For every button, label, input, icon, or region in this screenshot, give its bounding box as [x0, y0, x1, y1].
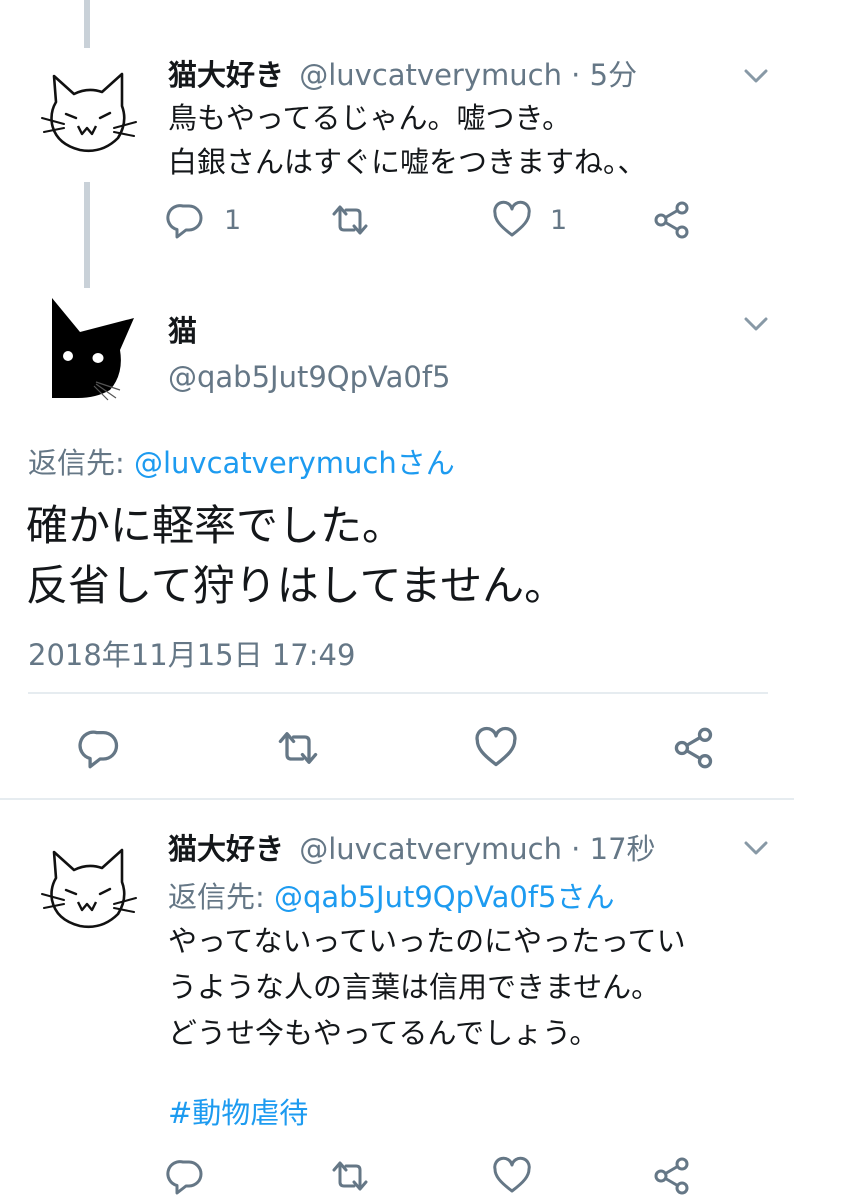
tweet-text-line: 反省して狩りはしてません。 — [26, 561, 567, 610]
thread-line-middle — [84, 182, 90, 288]
reply-to-handle[interactable]: @qab5Jut9QpVa0f5さん — [274, 880, 615, 914]
like-button[interactable]: 1 — [492, 200, 567, 240]
tweet-text-line: 白銀さんはすぐに嘘をつきますね。、 — [168, 145, 647, 179]
reply-count: 1 — [224, 204, 242, 236]
reply-to: 返信先: @qab5Jut9QpVa0f5さん — [168, 874, 615, 916]
user-handle[interactable]: @luvcatverymuch — [299, 58, 562, 92]
chevron-down-icon[interactable] — [742, 314, 770, 334]
tweet-text-line: どうせ今もやってるんでしょう。 — [168, 1016, 599, 1050]
user-handle[interactable]: @luvcatverymuch — [299, 832, 562, 866]
chevron-down-icon[interactable] — [742, 838, 770, 858]
like-icon — [492, 200, 532, 240]
retweet-button[interactable] — [276, 726, 320, 770]
share-button[interactable] — [672, 726, 716, 770]
separator: · — [561, 832, 590, 866]
display-name[interactable]: 猫大好き — [168, 832, 284, 866]
reply-to: 返信先: @luvcatverymuchさん — [28, 440, 455, 482]
like-icon — [492, 1156, 532, 1196]
reply-to-handle[interactable]: @luvcatverymuchさん — [134, 446, 455, 480]
retweet-icon — [276, 726, 320, 770]
reply-icon — [166, 200, 206, 240]
tweet-timestamp[interactable]: 2018年11月15日 17:49 — [28, 632, 355, 674]
tweet-text-line: うような人の言葉は信用できません。 — [168, 970, 661, 1004]
retweet-button[interactable] — [330, 1156, 370, 1196]
reply-to-label: 返信先: — [28, 446, 134, 480]
tweet-text-line: やってないっていったのにやったってい — [168, 924, 686, 958]
hashtag-link[interactable]: #動物虐待 — [168, 1090, 308, 1132]
tweet-text: 確かに軽率でした。 反省して狩りはしてません。 — [26, 496, 566, 616]
tweet-header: 猫大好き @luvcatverymuch · 5分 — [168, 52, 637, 94]
tweet-text-line: 確かに軽率でした。 — [26, 501, 405, 550]
tweet-text: 鳥もやってるじゃん。嘘つき。 白銀さんはすぐに嘘をつきますね。、 — [168, 96, 647, 184]
separator: · — [561, 58, 590, 92]
divider — [0, 798, 794, 800]
share-icon — [652, 200, 692, 240]
share-icon — [652, 1156, 692, 1196]
avatar[interactable] — [40, 838, 138, 936]
timestamp[interactable]: 17秒 — [590, 832, 656, 866]
share-icon — [672, 726, 716, 770]
chevron-down-icon[interactable] — [742, 66, 770, 86]
user-handle[interactable]: @qab5Jut9QpVa0f5 — [168, 360, 451, 394]
share-button[interactable] — [652, 200, 692, 240]
display-name[interactable]: 猫 — [168, 308, 197, 350]
timestamp[interactable]: 5分 — [590, 58, 637, 92]
avatar[interactable] — [38, 294, 142, 402]
retweet-icon — [330, 200, 370, 240]
avatar[interactable] — [40, 62, 138, 160]
tweet-text: やってないっていったのにやったってい うような人の言葉は信用できません。 どうせ… — [168, 918, 686, 1056]
divider — [28, 692, 768, 694]
thread-line-top — [84, 0, 90, 48]
reply-icon — [166, 1156, 206, 1196]
like-button[interactable] — [474, 726, 518, 770]
like-button[interactable] — [492, 1156, 532, 1196]
tweet-text-line: 鳥もやってるじゃん。嘘つき。 — [168, 101, 572, 135]
retweet-button[interactable] — [330, 200, 370, 240]
reply-button[interactable] — [166, 1156, 206, 1196]
reply-button[interactable]: 1 — [166, 200, 241, 240]
display-name[interactable]: 猫大好き — [168, 58, 284, 92]
reply-to-label: 返信先: — [168, 880, 274, 914]
reply-icon — [78, 726, 122, 770]
like-icon — [474, 726, 518, 770]
reply-button[interactable] — [78, 726, 122, 770]
like-count: 1 — [550, 204, 568, 236]
share-button[interactable] — [652, 1156, 692, 1196]
tweet-header: 猫大好き @luvcatverymuch · 17秒 — [168, 826, 656, 868]
retweet-icon — [330, 1156, 370, 1196]
